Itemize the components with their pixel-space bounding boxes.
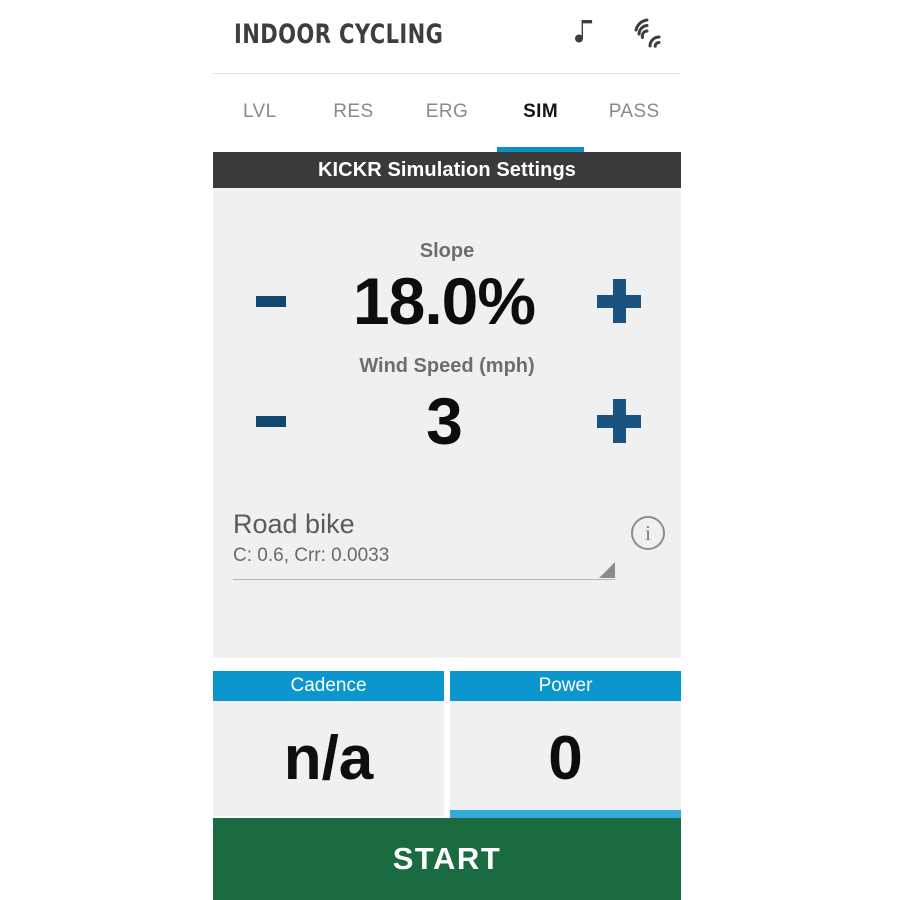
wind-increment-button[interactable] bbox=[597, 398, 643, 444]
metric-header: Cadence bbox=[213, 671, 444, 701]
settings-header-title: KICKR Simulation Settings bbox=[317, 158, 577, 181]
app-root: INDOOR CYCLING LVL RES ERG SIM PASS KICK… bbox=[0, 0, 900, 900]
app-header: INDOOR CYCLING bbox=[213, 0, 681, 74]
tab-label: SIM bbox=[523, 101, 559, 122]
tab-erg[interactable]: ERG bbox=[400, 74, 494, 152]
bike-profile-row: Road bike C: 0.6, Crr: 0.0033 i bbox=[233, 507, 665, 580]
slope-value: 18.0% bbox=[352, 264, 536, 338]
metric-value: 0 bbox=[548, 723, 583, 793]
minus-icon bbox=[256, 295, 286, 307]
metric-header: Power bbox=[450, 671, 681, 701]
tab-label: RES bbox=[333, 101, 374, 122]
wind-speed-field: Wind Speed (mph) 3 bbox=[213, 334, 681, 454]
mode-tabbar: LVL RES ERG SIM PASS bbox=[213, 74, 681, 152]
wind-speed-label: Wind Speed (mph) bbox=[359, 355, 535, 377]
wind-speed-value: 3 bbox=[426, 384, 463, 458]
tab-sim[interactable]: SIM bbox=[494, 74, 588, 152]
wind-speed-stepper: 3 bbox=[213, 388, 681, 454]
start-button-label: START bbox=[392, 841, 502, 876]
metric-body: n/a bbox=[213, 701, 444, 816]
tab-pass[interactable]: PASS bbox=[587, 74, 681, 152]
metric-body: 0 bbox=[450, 701, 681, 816]
tab-label: PASS bbox=[608, 101, 660, 122]
plus-icon-v bbox=[613, 399, 626, 443]
metrics-row: Cadence n/a Power 0 bbox=[213, 671, 681, 819]
slope-label: Slope bbox=[419, 240, 475, 262]
simulation-settings-card: KICKR Simulation Settings Slope 18.0% Wi… bbox=[213, 152, 681, 658]
slope-field: Slope 18.0% bbox=[213, 188, 681, 334]
info-icon[interactable]: i bbox=[631, 516, 665, 550]
slope-stepper: 18.0% bbox=[213, 268, 681, 334]
tab-res[interactable]: RES bbox=[307, 74, 401, 152]
music-note-icon[interactable] bbox=[567, 14, 601, 52]
plus-icon-v bbox=[613, 279, 626, 323]
dropdown-caret-icon bbox=[599, 562, 615, 578]
metric-value: n/a bbox=[283, 723, 374, 793]
slope-decrement-button[interactable] bbox=[251, 281, 291, 321]
page-title: INDOOR CYCLING bbox=[234, 19, 444, 50]
tab-label: ERG bbox=[425, 101, 469, 122]
settings-header: KICKR Simulation Settings bbox=[213, 152, 681, 188]
metric-title: Power bbox=[538, 675, 593, 696]
wind-decrement-button[interactable] bbox=[251, 401, 291, 441]
tab-label: LVL bbox=[242, 101, 277, 122]
metric-power: Power 0 bbox=[450, 671, 681, 819]
metric-title: Cadence bbox=[290, 675, 367, 696]
bike-profile-select[interactable]: Road bike C: 0.6, Crr: 0.0033 bbox=[233, 507, 615, 580]
bike-profile-coefficients: C: 0.6, Crr: 0.0033 bbox=[233, 545, 390, 566]
start-button[interactable]: START bbox=[213, 818, 681, 900]
header-actions bbox=[567, 14, 663, 52]
tab-lvl[interactable]: LVL bbox=[213, 74, 307, 152]
slope-increment-button[interactable] bbox=[597, 278, 643, 324]
bike-profile-name: Road bike bbox=[233, 509, 355, 539]
sensors-signal-icon[interactable] bbox=[629, 14, 663, 52]
metric-cadence: Cadence n/a bbox=[213, 671, 444, 816]
minus-icon bbox=[256, 415, 286, 427]
